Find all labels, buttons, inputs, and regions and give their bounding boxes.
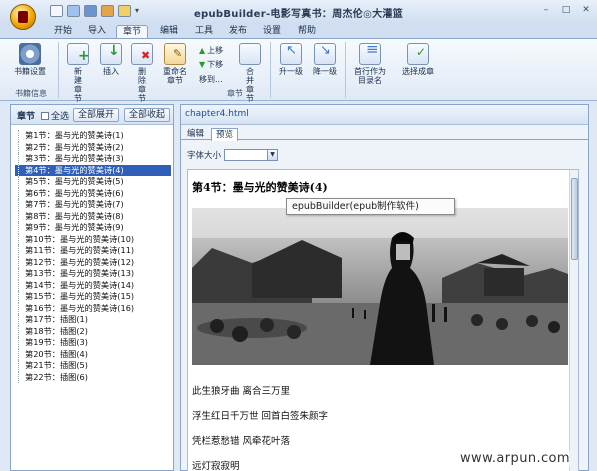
move-down-button[interactable]: ▼ 下移 xyxy=(199,59,223,70)
new-chapter-icon xyxy=(67,43,90,65)
expand-all-button[interactable]: 全部展开 xyxy=(73,108,120,122)
chapter-tree-item[interactable]: 第17节：插图(1) xyxy=(15,314,171,326)
chapter-panel: 章节 全选 全部展开 全部收起 第1节：墨与光的赞美诗(1) 第2节：墨与光的赞美… xyxy=(10,104,174,471)
chapter-tree-item[interactable]: 第8节：墨与光的赞美诗(8) xyxy=(15,210,171,223)
arrow-down-icon: ▼ xyxy=(199,60,206,69)
demote-icon xyxy=(314,43,336,65)
delete-chapter-button[interactable]: 删除章节 xyxy=(128,43,156,103)
chapter-tree-item[interactable]: 第3节：墨与光的赞美诗(3) xyxy=(15,153,171,165)
chapter-tree-item[interactable]: 第16节：墨与光的赞美诗(16) xyxy=(15,302,171,315)
toc-icon xyxy=(359,43,381,65)
chapter-group-label: 章节 xyxy=(227,89,243,98)
chapter-tree-item[interactable]: 第11节：墨与光的赞美诗(11) xyxy=(15,245,171,257)
chapter-tree-item[interactable]: 第10节：墨与光的赞美诗(10) xyxy=(15,233,171,246)
chapter-illustration xyxy=(192,208,568,365)
watermark: www.arpun.com xyxy=(460,451,570,466)
close-icon[interactable]: ✕ xyxy=(581,5,591,15)
select-chapter-icon xyxy=(407,43,429,65)
arrow-up-icon: ▲ xyxy=(199,46,206,55)
minimize-icon[interactable]: – xyxy=(541,5,551,15)
chapter-heading: 第4节：墨与光的赞美诗(4) xyxy=(192,181,328,194)
poem-line: 凭栏惹愁错 风牵花叶落 xyxy=(192,436,291,447)
checkbox-icon xyxy=(41,111,49,120)
tab-preview-mode[interactable]: 预览 xyxy=(211,128,239,141)
promote-button[interactable]: 升一级 xyxy=(275,43,307,76)
app-logo-icon xyxy=(18,11,28,23)
chapter-panel-title: 章节 xyxy=(17,112,36,122)
chevron-down-icon: ▼ xyxy=(267,150,278,160)
promote-icon xyxy=(280,43,302,65)
chapter-tree-item[interactable]: 第19节：插图(3) xyxy=(15,337,171,349)
ribbon-separator xyxy=(345,42,346,98)
tab-start[interactable]: 开始 xyxy=(48,25,78,39)
chapter-tree-item[interactable]: 第5节：墨与光的赞美诗(5) xyxy=(15,176,171,188)
font-size-label: 字体大小 xyxy=(187,151,222,161)
chapter-tree-item[interactable]: 第22节：插图(6) xyxy=(15,371,171,384)
chapter-tree: 第1节：墨与光的赞美诗(1) 第2节：墨与光的赞美诗(2) 第3节：墨与光的赞美诗(… xyxy=(15,130,171,383)
move-to-button[interactable]: 移到... xyxy=(199,74,223,85)
chapter-tree-item[interactable]: 第21节：插图(5) xyxy=(15,360,171,372)
tab-edit-mode[interactable]: 编辑 xyxy=(183,128,208,141)
insert-button[interactable]: 插入 xyxy=(98,43,124,76)
insert-icon xyxy=(100,43,122,65)
select-all-checkbox[interactable]: 全选 xyxy=(41,109,69,122)
scrollbar-thumb[interactable] xyxy=(571,178,578,260)
file-name-tab[interactable]: chapter4.html xyxy=(185,109,249,119)
tab-tools[interactable]: 工具 xyxy=(189,25,219,39)
chapter-tree-item[interactable]: 第7节：墨与光的赞美诗(7) xyxy=(15,199,171,211)
chapter-tree-item[interactable]: 第14节：墨与光的赞美诗(14) xyxy=(15,279,171,292)
tab-settings[interactable]: 设置 xyxy=(257,25,287,39)
ribbon-tabs: 开始 导入 章节 编辑 工具 发布 设置 帮助 xyxy=(0,24,597,39)
app-tooltip: epubBuilder(epub制作软件) xyxy=(286,198,455,215)
chapter-tree-item[interactable]: 第20节：插图(4) xyxy=(15,348,171,361)
tab-chapter[interactable]: 章节 xyxy=(116,25,149,39)
tab-publish[interactable]: 发布 xyxy=(223,25,253,39)
title-bar: ▾ epubBuilder-电影写真书：周杰伦◎大灌篮 – □ ✕ xyxy=(0,0,597,24)
first-line-as-toc-button[interactable]: 首行作为目录名 xyxy=(350,43,390,85)
book-settings-button[interactable]: 书籍设置 xyxy=(10,43,50,76)
merge-icon xyxy=(239,43,261,65)
ribbon: 书籍设置 书籍信息 新建章节 插入 删除章节 重命名章节 ▲上移 ▼下移 移到.… xyxy=(0,38,597,103)
poem-line: 此生狼牙曲 离合三万里 xyxy=(192,386,291,397)
chapter-tree-item[interactable]: 第6节：墨与光的赞美诗(6) xyxy=(15,187,171,200)
chapter-tree-item[interactable]: 第13节：墨与光的赞美诗(13) xyxy=(15,268,171,280)
font-size-row: 字体大小 ▼ xyxy=(187,149,279,161)
font-size-select[interactable]: ▼ xyxy=(224,149,279,161)
demote-button[interactable]: 降一级 xyxy=(309,43,341,76)
preview-scrollbar[interactable] xyxy=(569,170,578,471)
chapter-panel-header: 章节 全选 全部展开 全部收起 xyxy=(11,105,173,125)
poem-line: 远灯寂寂明 xyxy=(192,461,240,471)
move-up-button[interactable]: ▲ 上移 xyxy=(199,45,223,56)
delete-icon xyxy=(131,43,153,65)
book-info-group-label: 书籍信息 xyxy=(15,89,47,98)
editor-panel: chapter4.html 编辑 预览 字体大小 ▼ 第4节：墨与光的赞美诗(4… xyxy=(180,104,589,471)
collapse-all-button[interactable]: 全部收起 xyxy=(124,108,171,122)
app-menu-button[interactable] xyxy=(10,4,36,30)
rename-icon xyxy=(164,43,186,65)
chapter-tree-item[interactable]: 第9节：墨与光的赞美诗(9) xyxy=(15,222,171,234)
window-controls: – □ ✕ xyxy=(541,5,591,15)
chapter-tree-item[interactable]: 第2节：墨与光的赞美诗(2) xyxy=(15,141,171,154)
chapter-tree-item[interactable]: 第15节：墨与光的赞美诗(15) xyxy=(15,291,171,303)
editor-mode-tabs: 编辑 预览 xyxy=(181,126,588,141)
ribbon-separator xyxy=(270,42,271,98)
new-chapter-button[interactable]: 新建章节 xyxy=(64,43,92,103)
poem-line: 浮生红日千万世 回首白签朱颜字 xyxy=(192,411,329,422)
window-title: epubBuilder-电影写真书：周杰伦◎大灌篮 xyxy=(193,9,404,20)
chapter-tree-item[interactable]: 第4节：墨与光的赞美诗(4) xyxy=(15,164,171,176)
chapter-tree-item[interactable]: 第1节：墨与光的赞美诗(1) xyxy=(15,130,171,142)
chapter-tree-item[interactable]: 第18节：插图(2) xyxy=(15,325,171,338)
tab-edit[interactable]: 编辑 xyxy=(154,25,184,39)
tab-help[interactable]: 帮助 xyxy=(292,25,322,39)
rename-chapter-button[interactable]: 重命名章节 xyxy=(158,43,192,85)
select-as-chapter-button[interactable]: 选择成章 xyxy=(398,43,438,76)
tab-import[interactable]: 导入 xyxy=(82,25,112,39)
gear-icon xyxy=(19,43,41,65)
restore-icon[interactable]: □ xyxy=(561,5,571,15)
ribbon-separator xyxy=(58,42,59,98)
file-tab-bar: chapter4.html xyxy=(181,105,588,125)
chapter-tree-item[interactable]: 第12节：墨与光的赞美诗(12) xyxy=(15,256,171,269)
